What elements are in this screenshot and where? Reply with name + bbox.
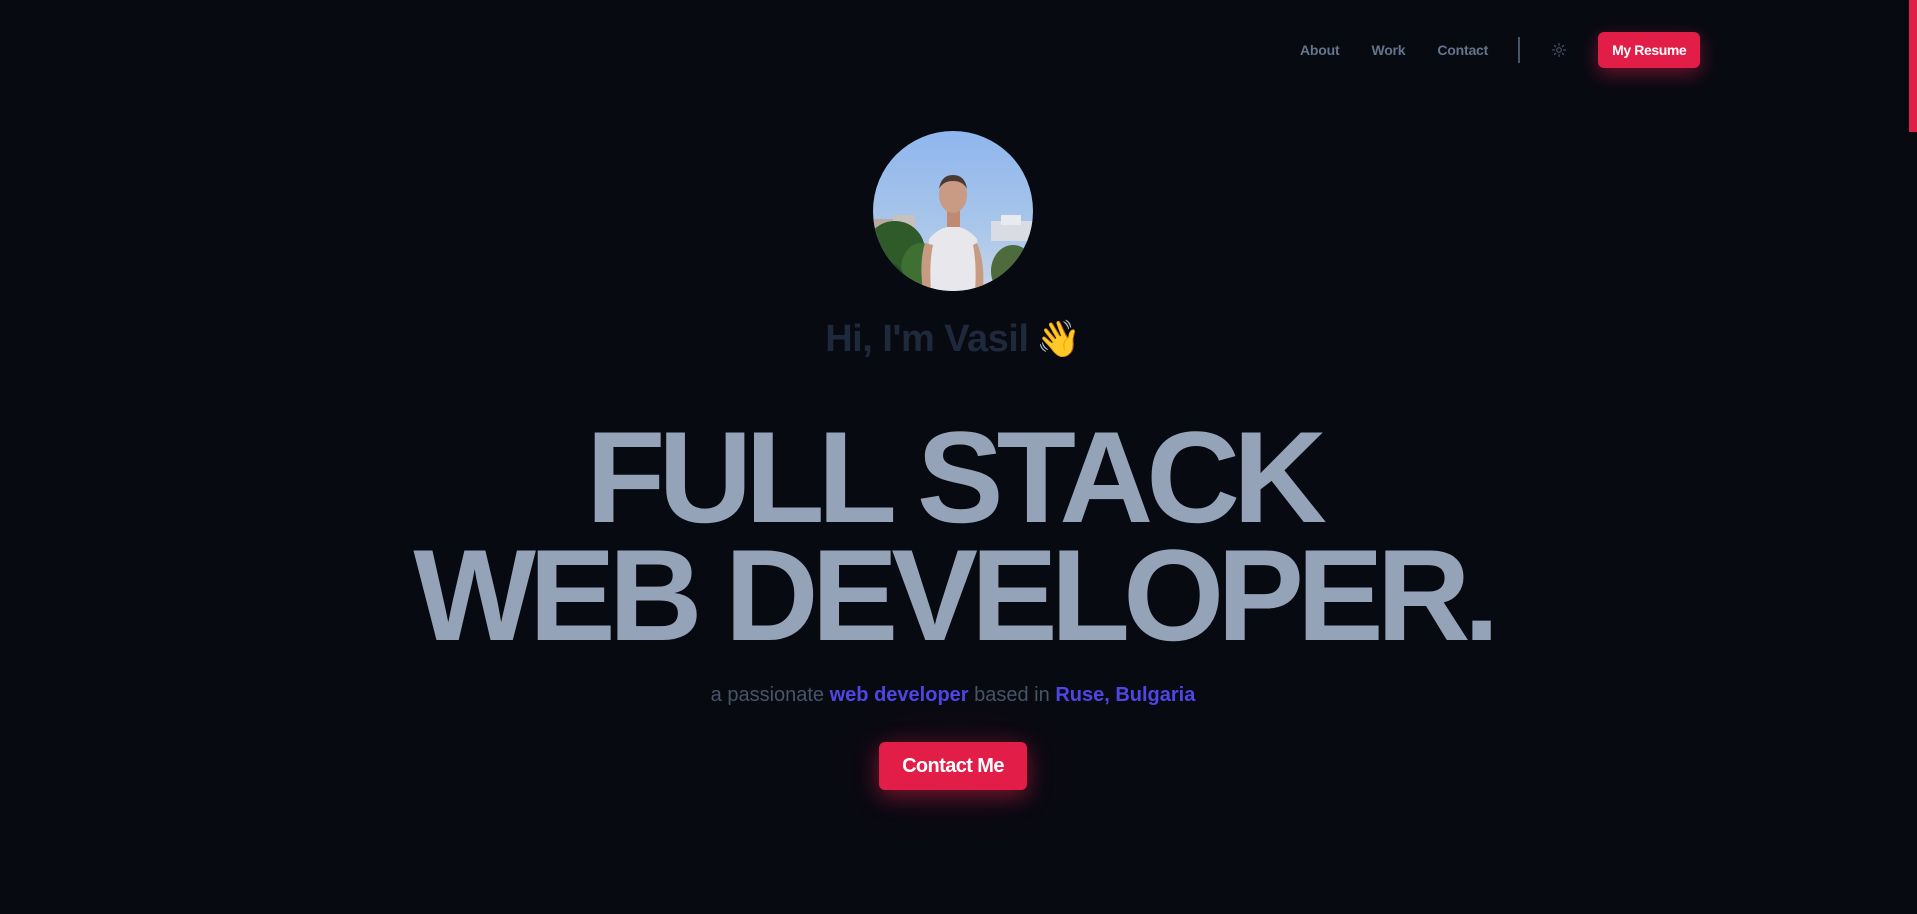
- tagline-highlight-role: web developer: [829, 684, 969, 706]
- headline-line-1: FULL STACK: [586, 404, 1327, 550]
- headline-line-2: WEB DEVELOPER.: [413, 522, 1499, 668]
- nav-divider: [1518, 37, 1521, 63]
- tagline-prefix: a passionate: [710, 684, 825, 706]
- nav-link-about[interactable]: About: [1300, 42, 1340, 58]
- page: About Work Contact My Resume Hi, I'm Vas…: [0, 0, 1917, 914]
- greeting-heading: Hi, I'm Vasil 👋: [0, 318, 1906, 361]
- nav-link-work[interactable]: Work: [1371, 42, 1405, 58]
- top-nav: About Work Contact My Resume: [1300, 31, 1701, 69]
- my-resume-button[interactable]: My Resume: [1598, 32, 1701, 68]
- profile-photo: [873, 131, 1033, 291]
- hero-tagline: a passionate web developer based in Ruse…: [0, 684, 1906, 707]
- tagline-middle: based in: [974, 684, 1050, 706]
- scroll-progress-bar: [1909, 0, 1917, 132]
- hero-headline: FULL STACK WEB DEVELOPER.: [0, 404, 1906, 668]
- tagline-highlight-location: Ruse, Bulgaria: [1055, 684, 1196, 706]
- contact-me-button[interactable]: Contact Me: [879, 742, 1027, 790]
- nav-link-contact[interactable]: Contact: [1437, 42, 1488, 58]
- sun-icon: [1552, 43, 1567, 57]
- greeting-text: Hi, I'm Vasil: [825, 318, 1029, 360]
- waving-hand-icon: 👋: [1036, 318, 1081, 359]
- theme-toggle-button[interactable]: [1550, 41, 1568, 59]
- avatar: [873, 131, 1033, 291]
